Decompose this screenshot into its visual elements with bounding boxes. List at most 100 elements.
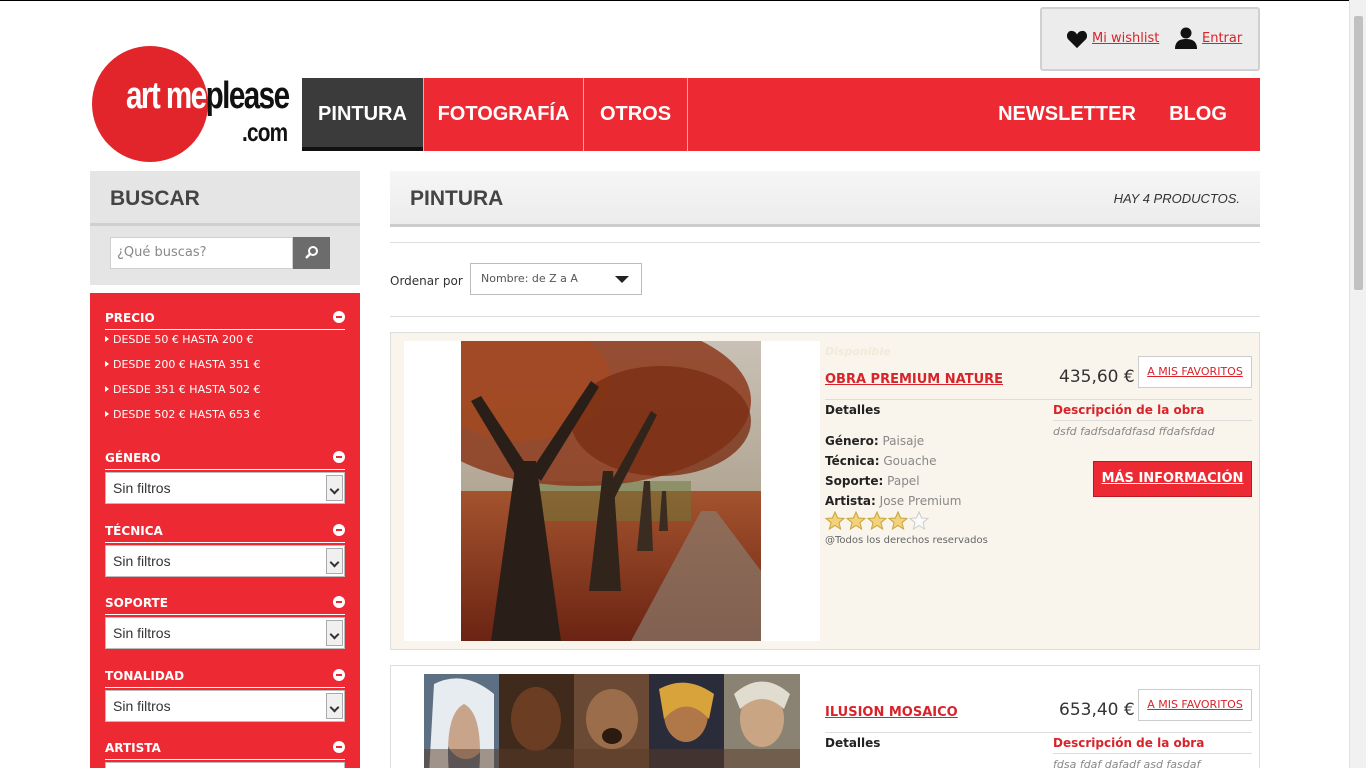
search-button[interactable] bbox=[293, 237, 330, 269]
description-title: Descripción de la obra bbox=[1053, 736, 1205, 750]
filter-title-precio[interactable]: PRECIO bbox=[105, 311, 345, 330]
soporte-select[interactable]: Sin filtros bbox=[105, 617, 345, 649]
nav-item-newsletter[interactable]: NEWSLETTER bbox=[992, 78, 1142, 151]
chevron-down-icon[interactable] bbox=[326, 548, 343, 574]
add-to-favorites-button[interactable]: A MIS FAVORITOS bbox=[1138, 689, 1252, 721]
nav-item-pintura[interactable]: PINTURA bbox=[302, 78, 423, 151]
nav-item-otros[interactable]: OTROS bbox=[584, 78, 687, 151]
scrollbar-thumb[interactable] bbox=[1354, 16, 1363, 290]
chevron-down-icon[interactable] bbox=[326, 620, 343, 646]
filter-title-text: GÉNERO bbox=[105, 451, 161, 465]
price-range-text: DESDE 50 € HASTA 200 € bbox=[113, 333, 254, 346]
search-title: BUSCAR bbox=[110, 187, 200, 210]
search-divider bbox=[90, 223, 360, 226]
arrow-right-icon bbox=[105, 336, 109, 342]
collapse-icon[interactable] bbox=[333, 741, 345, 753]
wishlist-link[interactable]: Mi wishlist bbox=[1092, 31, 1159, 46]
tecnica-select[interactable]: Sin filtros bbox=[105, 545, 345, 577]
attr-value: Gouache bbox=[883, 454, 937, 468]
chevron-down-icon[interactable] bbox=[326, 475, 343, 501]
star-filled-icon[interactable] bbox=[825, 511, 845, 531]
attr-key: Género: bbox=[825, 434, 879, 448]
collapse-icon[interactable] bbox=[333, 669, 345, 681]
logo-text-white: art me bbox=[126, 75, 207, 117]
filter-title-genero[interactable]: GÉNERO bbox=[105, 451, 345, 470]
star-filled-icon[interactable] bbox=[867, 511, 887, 531]
filter-title-artista[interactable]: ARTISTA bbox=[105, 741, 345, 760]
product-name-link[interactable]: OBRA PREMIUM NATURE bbox=[825, 372, 1003, 387]
attr-key: Artista: bbox=[825, 494, 876, 508]
collapse-icon[interactable] bbox=[333, 524, 345, 536]
attr-soporte: Soporte: Papel bbox=[825, 474, 920, 488]
product-status: Disponible bbox=[825, 345, 891, 358]
product-name-link[interactable]: ILUSION MOSAICO bbox=[825, 705, 958, 720]
filters-panel: PRECIO DESDE 50 € HASTA 200 € DESDE 200 … bbox=[90, 293, 360, 768]
logo-domain: .com bbox=[242, 117, 288, 147]
product-card: ILUSION MOSAICO 653,40 € A MIS FAVORITOS… bbox=[390, 665, 1260, 768]
site-logo[interactable]: art meplease .com bbox=[92, 46, 290, 162]
sort-select[interactable]: Nombre: de Z a A bbox=[470, 263, 642, 295]
window-top-border bbox=[0, 0, 1366, 1]
star-filled-icon[interactable] bbox=[888, 511, 908, 531]
product-image-frame[interactable] bbox=[424, 674, 800, 768]
nav-separator bbox=[687, 78, 688, 151]
details-label: Detalles bbox=[825, 736, 881, 750]
divider bbox=[825, 399, 1252, 400]
search-input[interactable]: ¿Qué buscas? bbox=[110, 237, 293, 269]
product-image-mosaic[interactable] bbox=[424, 674, 800, 768]
product-price: 653,40 € bbox=[1059, 700, 1135, 720]
chevron-down-icon[interactable] bbox=[326, 693, 343, 719]
divider bbox=[825, 732, 1252, 733]
star-empty-icon[interactable] bbox=[909, 511, 929, 531]
search-icon bbox=[305, 246, 318, 259]
user-box: Mi wishlist Entrar bbox=[1040, 7, 1260, 71]
filter-title-text: PRECIO bbox=[105, 311, 155, 325]
divider bbox=[1053, 420, 1252, 421]
sort-value: Nombre: de Z a A bbox=[481, 272, 578, 285]
page-title: PINTURA bbox=[410, 187, 504, 210]
page-scrollbar[interactable] bbox=[1349, 0, 1366, 768]
price-range-link[interactable]: DESDE 351 € HASTA 502 € bbox=[105, 383, 260, 396]
heart-icon bbox=[1066, 30, 1088, 49]
filter-title-tonalidad[interactable]: TONALIDAD bbox=[105, 669, 345, 688]
collapse-icon[interactable] bbox=[333, 311, 345, 323]
divider bbox=[390, 316, 1260, 317]
collapse-icon[interactable] bbox=[333, 596, 345, 608]
product-image-frame[interactable] bbox=[404, 341, 820, 641]
attr-value: Jose Premium bbox=[879, 494, 962, 508]
price-range-link[interactable]: DESDE 200 € HASTA 351 € bbox=[105, 358, 260, 371]
price-range-link[interactable]: DESDE 50 € HASTA 200 € bbox=[105, 333, 253, 346]
collapse-icon[interactable] bbox=[333, 451, 345, 463]
tonalidad-select[interactable]: Sin filtros bbox=[105, 690, 345, 722]
attr-value: Paisaje bbox=[882, 434, 925, 448]
select-value: Sin filtros bbox=[113, 625, 171, 641]
attr-genero: Género: Paisaje bbox=[825, 434, 924, 448]
sort-label: Ordenar por bbox=[390, 274, 463, 288]
star-filled-icon[interactable] bbox=[846, 511, 866, 531]
price-range-link[interactable]: DESDE 502 € HASTA 653 € bbox=[105, 408, 260, 421]
product-count: HAY 4 PRODUCTOS. bbox=[1113, 191, 1240, 206]
logo-wordmark: art meplease bbox=[126, 75, 290, 117]
logo-text-black: please bbox=[205, 75, 290, 117]
nav-item-fotografia[interactable]: FOTOGRAFÍA bbox=[424, 78, 583, 151]
details-label: Detalles bbox=[825, 403, 881, 417]
filter-title-text: TONALIDAD bbox=[105, 669, 185, 683]
more-info-button[interactable]: MÁS INFORMACIÓN bbox=[1093, 461, 1252, 497]
artista-select[interactable] bbox=[105, 762, 345, 768]
description-text: fdsa fdaf dafadf asd fasdaf bbox=[1053, 758, 1201, 768]
attr-tecnica: Técnica: Gouache bbox=[825, 454, 937, 468]
divider bbox=[1053, 753, 1252, 754]
price-range-text: DESDE 502 € HASTA 653 € bbox=[113, 408, 261, 421]
nav-item-blog[interactable]: BLOG bbox=[1160, 78, 1236, 151]
filter-title-soporte[interactable]: SOPORTE bbox=[105, 596, 345, 615]
genero-select[interactable]: Sin filtros bbox=[105, 472, 345, 504]
rating-stars[interactable] bbox=[825, 511, 930, 533]
add-to-favorites-button[interactable]: A MIS FAVORITOS bbox=[1138, 356, 1252, 388]
login-link[interactable]: Entrar bbox=[1202, 31, 1242, 46]
filter-title-text: ARTISTA bbox=[105, 741, 161, 755]
filter-title-text: SOPORTE bbox=[105, 596, 168, 610]
search-panel: BUSCAR ¿Qué buscas? bbox=[90, 171, 360, 285]
filter-title-tecnica[interactable]: TÉCNICA bbox=[105, 524, 345, 543]
chevron-down-icon[interactable] bbox=[615, 276, 629, 283]
product-image-autumn-trees[interactable] bbox=[461, 341, 761, 641]
